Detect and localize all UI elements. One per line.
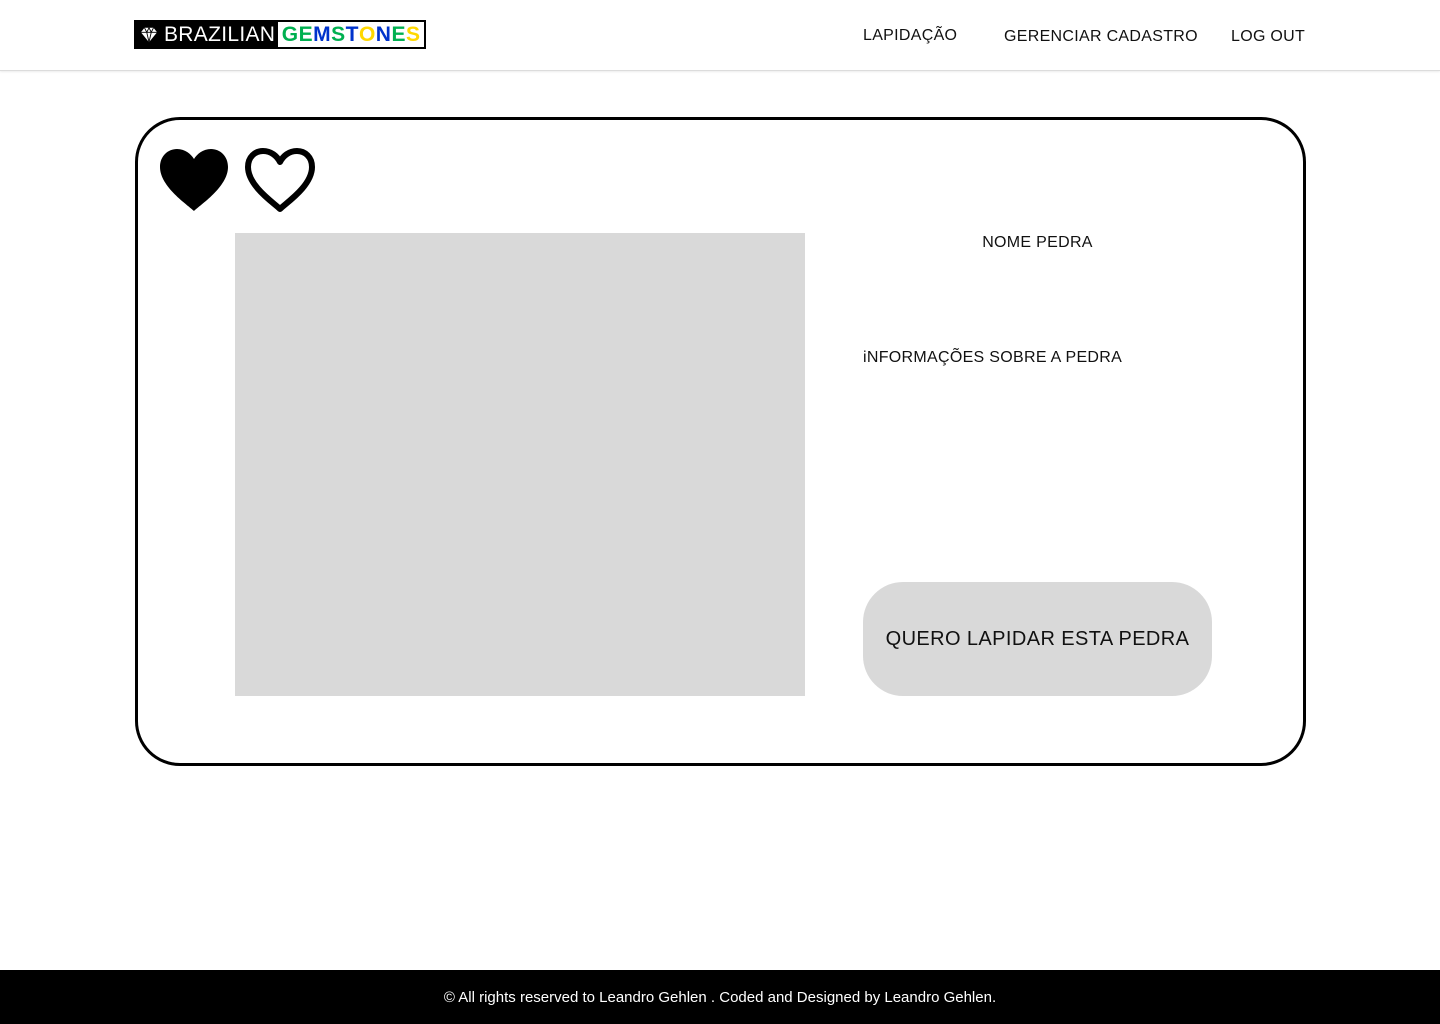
brand-letter: M: [313, 22, 332, 46]
brand-letter: E: [391, 22, 406, 46]
brand-letter: S: [405, 22, 421, 46]
diamond-icon: [140, 26, 158, 42]
nav-link-lapidacao[interactable]: LAPIDAÇÃO: [863, 27, 957, 45]
brand-letter: N: [375, 22, 392, 46]
brand-word-left: BRAZILIAN: [164, 22, 276, 46]
page: BRAZILIAN GEMSTONES LAPIDAÇÃO GERENCIAR …: [0, 0, 1440, 1024]
heart-filled-icon[interactable]: [158, 147, 230, 213]
top-navbar: BRAZILIAN GEMSTONES LAPIDAÇÃO GERENCIAR …: [0, 0, 1440, 71]
brand-letter: O: [358, 22, 376, 46]
brand-letter: G: [281, 22, 299, 46]
brand-logo[interactable]: BRAZILIAN GEMSTONES: [134, 20, 426, 49]
footer-copyright: © All rights reserved to Leandro Gehlen …: [443, 988, 997, 1006]
nav-link-gerenciar-cadastro[interactable]: GERENCIAR CADASTRO: [1004, 28, 1198, 46]
stone-info: iNFORMAÇÕES SOBRE A PEDRA: [863, 349, 1123, 366]
brand-letter: T: [345, 22, 359, 46]
lapidar-stone-button[interactable]: QUERO LAPIDAR ESTA PEDRA: [863, 582, 1212, 696]
brand-logo-left: BRAZILIAN: [134, 20, 279, 49]
brand-letter: S: [331, 22, 346, 46]
footer: © All rights reserved to Leandro Gehlen …: [0, 970, 1440, 1024]
brand-letter: E: [298, 22, 314, 46]
brand-word-right: GEMSTONES: [278, 20, 426, 49]
stone-image-placeholder: [235, 233, 805, 696]
nav-link-logout[interactable]: LOG OUT: [1231, 28, 1305, 46]
stone-name: NOME PEDRA: [982, 234, 1093, 251]
heart-outline-icon[interactable]: [243, 146, 317, 214]
